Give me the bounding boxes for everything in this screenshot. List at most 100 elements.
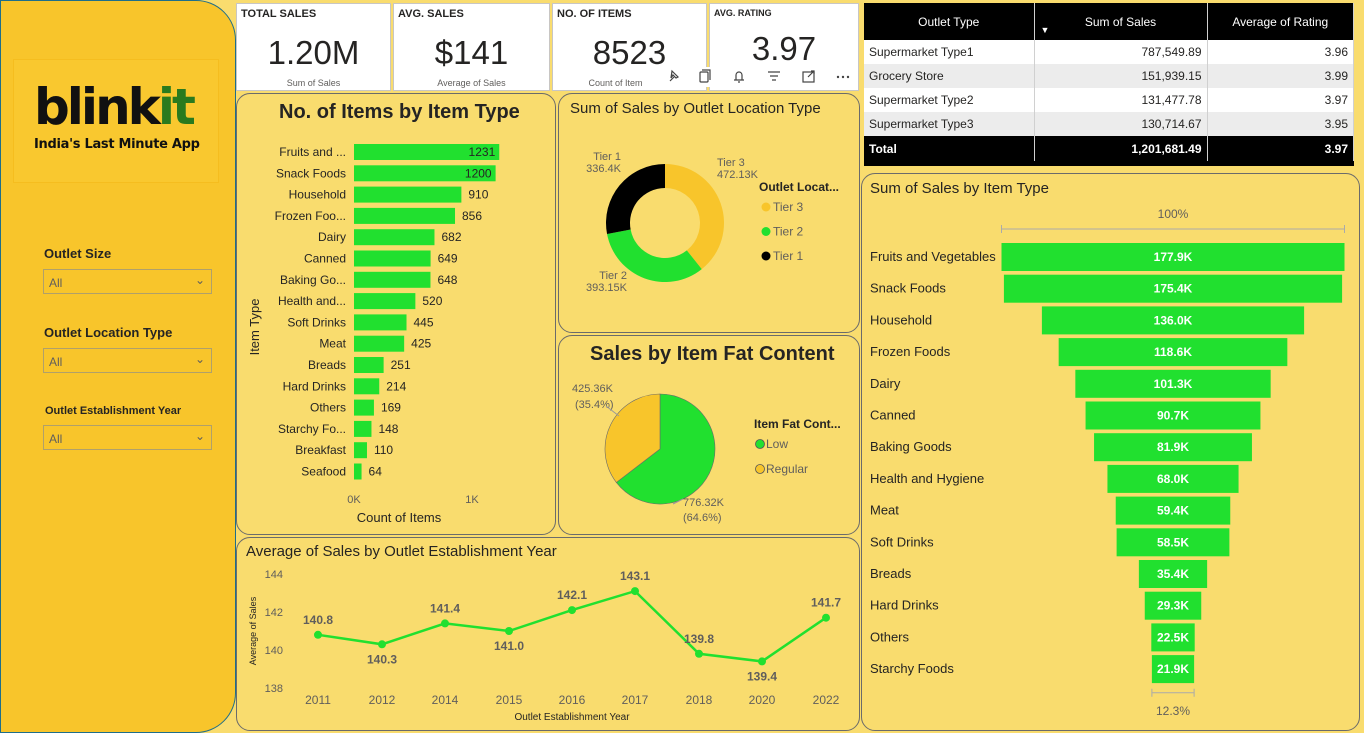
column-header-sum-of-sales[interactable]: ▼ Sum of Sales bbox=[1034, 3, 1208, 40]
table-row[interactable]: Grocery Store 151,939.15 3.99 bbox=[864, 64, 1354, 88]
data-label: 169 bbox=[381, 401, 401, 415]
data-label: 856 bbox=[462, 209, 482, 223]
kpi-card-total-sales[interactable]: TOTAL SALES 1.20M Sum of Sales bbox=[236, 3, 391, 91]
outlet-establishment-year-dropdown[interactable]: All ⌄ bbox=[43, 425, 212, 450]
data-label: 140.8 bbox=[303, 613, 333, 627]
category-label: Health and Hygiene bbox=[870, 471, 984, 486]
y-axis-label: Average of Sales bbox=[248, 596, 258, 665]
cell-total-label: Total bbox=[864, 136, 1035, 161]
table-row[interactable]: Supermarket Type3 130,714.67 3.95 bbox=[864, 112, 1354, 136]
y-tick-label: 138 bbox=[265, 683, 283, 695]
sales-by-year-panel[interactable]: Average of Sales by Outlet Establishment… bbox=[236, 537, 860, 731]
bar bbox=[354, 399, 374, 416]
y-tick-label: Starchy Fo... bbox=[278, 422, 346, 436]
y-tick-label: Meat bbox=[319, 337, 346, 351]
x-tick-label: 2020 bbox=[749, 693, 776, 707]
sort-descending-icon: ▼ bbox=[1040, 25, 1050, 35]
data-label: 214 bbox=[386, 379, 406, 393]
legend-item: Tier 1 bbox=[773, 249, 804, 263]
y-tick-label: 142 bbox=[265, 607, 283, 619]
chevron-down-icon: ⌄ bbox=[194, 273, 205, 287]
legend-title: Item Fat Cont... bbox=[754, 417, 841, 431]
outlet-location-type-dropdown[interactable]: All ⌄ bbox=[43, 348, 212, 373]
x-tick-label: 2022 bbox=[813, 693, 840, 707]
y-tick-label: Soft Drinks bbox=[287, 315, 346, 329]
cell-sum-of-sales: 151,939.15 bbox=[1034, 64, 1208, 88]
data-label: 142.1 bbox=[557, 588, 587, 602]
outlet-type-table: Outlet Type ▼ Sum of Sales Average of Rat… bbox=[864, 3, 1354, 166]
bar bbox=[354, 186, 462, 203]
data-label: 141.0 bbox=[494, 639, 524, 653]
data-label: 425 bbox=[411, 337, 431, 351]
column-header-average-of-rating[interactable]: Average of Rating bbox=[1207, 3, 1354, 40]
bottom-range-bracket bbox=[1151, 688, 1195, 697]
category-label: Baking Goods bbox=[870, 439, 952, 454]
filter-icon[interactable] bbox=[768, 71, 780, 81]
data-label: 139.4 bbox=[747, 669, 777, 683]
copy-icon[interactable] bbox=[699, 69, 711, 83]
x-tick-label: 2014 bbox=[432, 693, 459, 707]
legend-marker bbox=[761, 251, 771, 261]
data-point bbox=[695, 649, 703, 658]
table-row[interactable]: Supermarket Type1 787,549.89 3.96 bbox=[864, 40, 1354, 64]
table-total-row: Total 1,201,681.49 3.97 bbox=[864, 136, 1354, 161]
outlet-size-dropdown[interactable]: All ⌄ bbox=[43, 269, 212, 294]
x-tick-label: 0K bbox=[347, 494, 361, 506]
category-label: Frozen Foods bbox=[870, 344, 951, 359]
data-label: 682 bbox=[441, 230, 461, 244]
data-label: 22.5K bbox=[1157, 630, 1189, 644]
data-point bbox=[505, 627, 513, 635]
focus-mode-icon[interactable] bbox=[802, 70, 815, 83]
y-tick-label: Household bbox=[289, 188, 346, 202]
location-type-panel[interactable]: Sum of Sales by Outlet Location Type Out… bbox=[558, 93, 860, 333]
data-label: 59.4K bbox=[1157, 504, 1189, 518]
data-label: 648 bbox=[437, 273, 457, 287]
data-label: 64 bbox=[369, 465, 383, 479]
bar bbox=[354, 271, 431, 288]
category-label: Snack Foods bbox=[870, 281, 946, 296]
bar bbox=[354, 420, 372, 437]
category-label: Hard Drinks bbox=[870, 598, 939, 613]
kpi-card-avg-sales[interactable]: AVG. SALES $141 Average of Sales bbox=[393, 3, 550, 91]
cell-outlet-type: Supermarket Type3 bbox=[864, 112, 1035, 136]
data-label: 90.7K bbox=[1157, 409, 1189, 423]
more-options-icon[interactable] bbox=[836, 75, 850, 79]
kpi-title: AVG. SALES bbox=[398, 8, 464, 20]
legend-item: Tier 2 bbox=[773, 225, 804, 239]
cell-sum-of-sales: 130,714.67 bbox=[1034, 112, 1208, 136]
visual-header-icons bbox=[669, 69, 850, 83]
kpi-title: TOTAL SALES bbox=[241, 8, 317, 20]
table-row[interactable]: Supermarket Type2 131,477.78 3.97 bbox=[864, 88, 1354, 112]
slice-value-label: 472.13K bbox=[717, 169, 759, 181]
category-label: Others bbox=[870, 629, 910, 644]
category-label: Fruits and Vegetables bbox=[870, 249, 996, 264]
kpi-title: AVG. RATING bbox=[714, 8, 772, 18]
kpi-value: 3.97 bbox=[751, 30, 817, 67]
y-tick-label: Frozen Foo... bbox=[275, 209, 346, 223]
column-header-outlet-type[interactable]: Outlet Type bbox=[864, 3, 1035, 40]
bar bbox=[354, 378, 380, 395]
slice-percent-label: (64.6%) bbox=[683, 512, 722, 524]
cell-outlet-type: Supermarket Type1 bbox=[864, 40, 1035, 64]
y-tick-label: Breads bbox=[308, 358, 346, 372]
data-point bbox=[822, 613, 830, 622]
fat-content-panel[interactable]: Sales by Item Fat Content Item Fat Cont.… bbox=[558, 335, 860, 535]
sales-by-item-type-panel[interactable]: Sum of Sales by Item Type 100% Fruits and… bbox=[861, 173, 1360, 731]
data-label: 29.3K bbox=[1157, 599, 1189, 613]
category-label: Household bbox=[870, 312, 932, 327]
items-by-type-panel[interactable]: No. of Items by Item Type Item Type Coun… bbox=[236, 93, 556, 535]
data-label: 81.9K bbox=[1157, 440, 1189, 454]
x-tick-label: 2011 bbox=[305, 693, 331, 707]
data-label: 139.8 bbox=[684, 632, 714, 646]
cell-total-rating: 3.97 bbox=[1207, 136, 1354, 161]
pin-icon[interactable] bbox=[669, 69, 680, 82]
category-label: Canned bbox=[870, 408, 916, 423]
logo-wordmark: blinkit bbox=[34, 78, 196, 136]
legend-item: Low bbox=[766, 437, 788, 451]
x-tick-label: 2016 bbox=[559, 693, 586, 707]
bell-icon[interactable] bbox=[734, 71, 744, 83]
data-point bbox=[441, 619, 449, 628]
bar bbox=[354, 207, 456, 224]
location-type-donut-chart: Outlet Locat... Tier 3472.13KTier 3Tier … bbox=[586, 151, 839, 294]
legend-marker bbox=[755, 464, 765, 474]
